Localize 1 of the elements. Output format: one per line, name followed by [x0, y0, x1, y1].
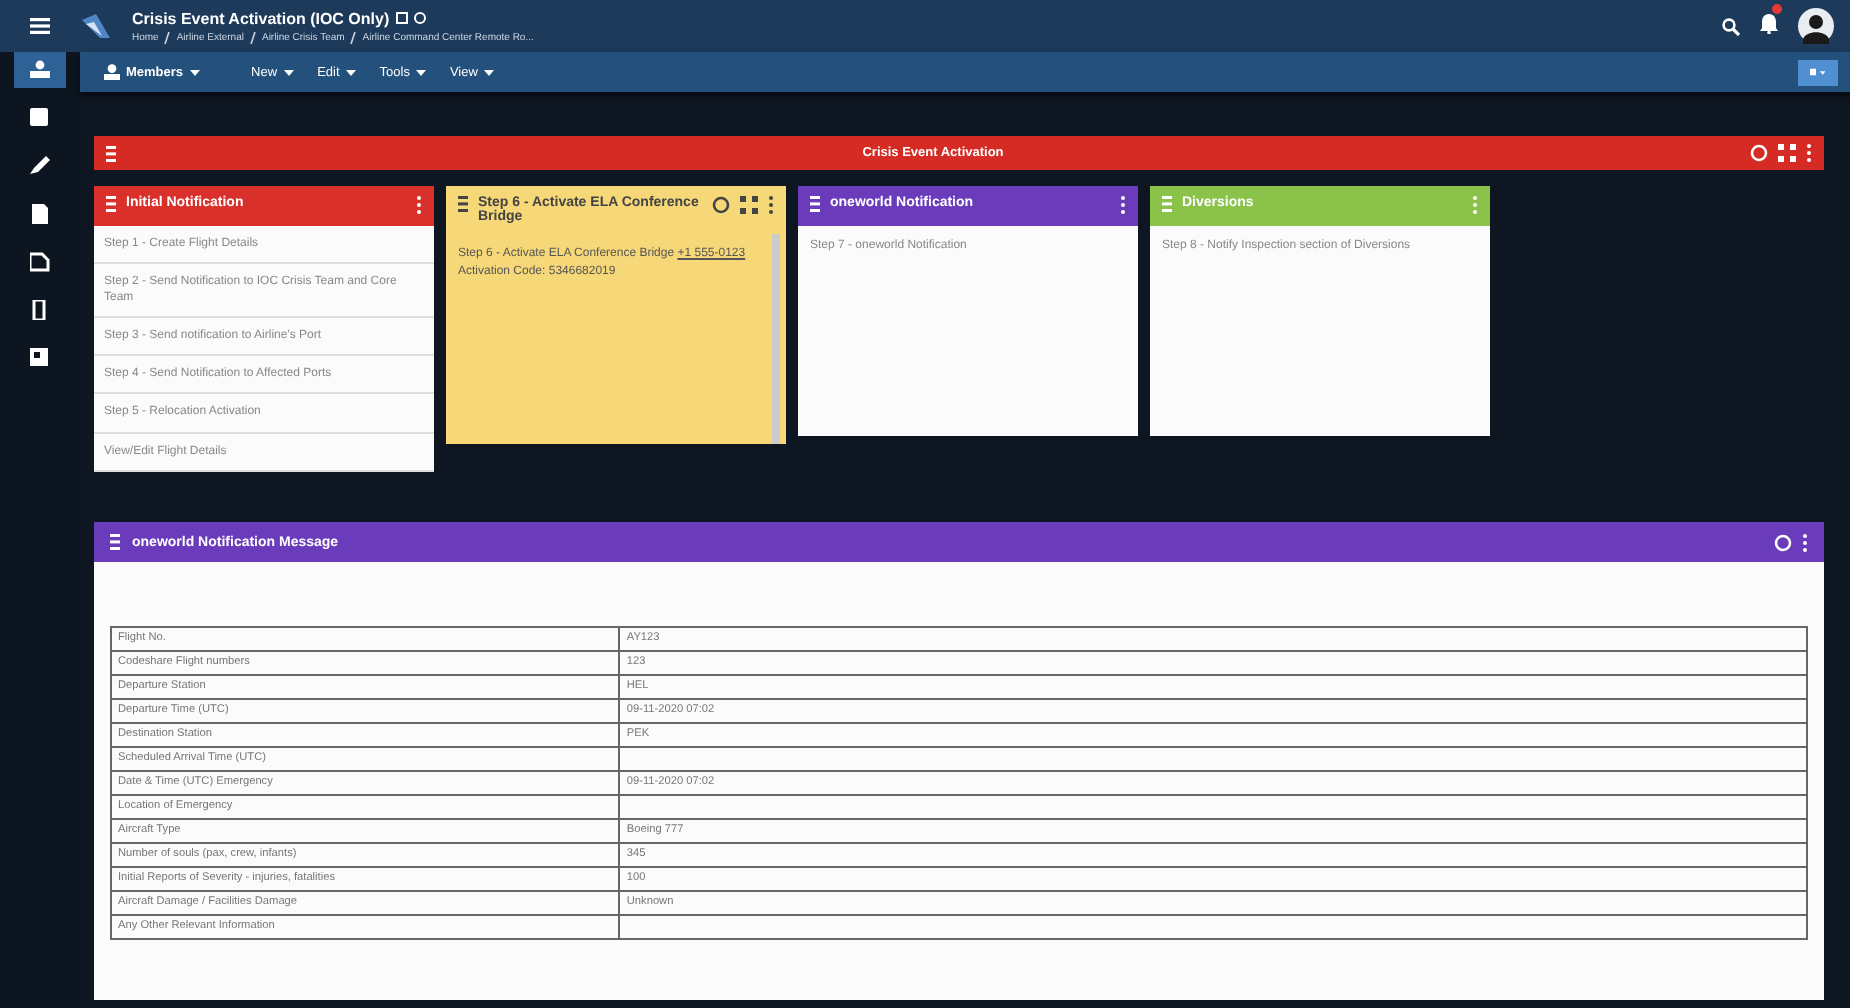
- window-title: Crisis Event Activation (IOC Only): [132, 9, 390, 27]
